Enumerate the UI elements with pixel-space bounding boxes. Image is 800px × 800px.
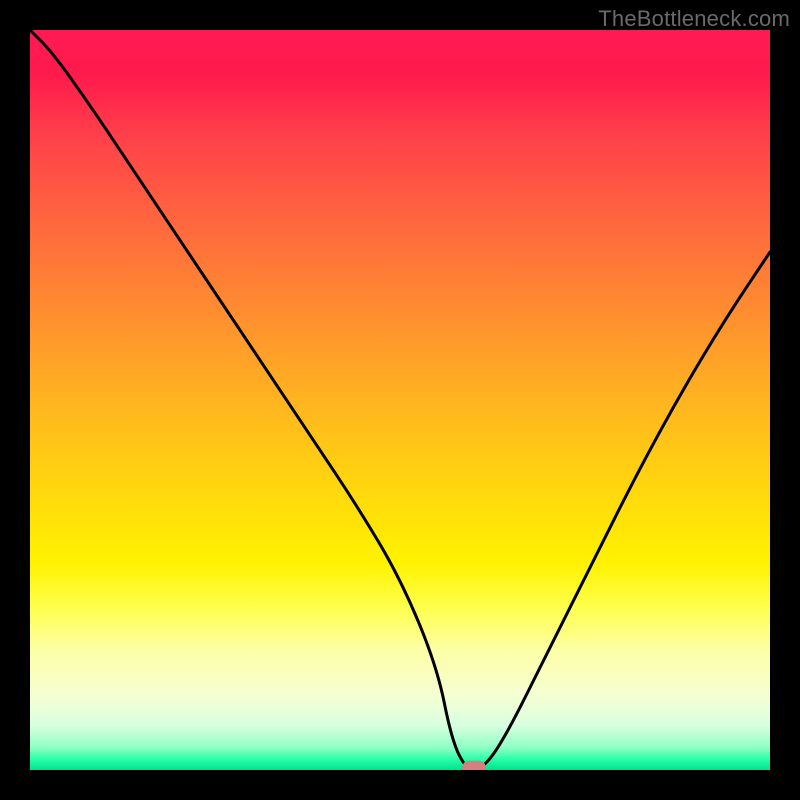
chart-svg <box>30 30 770 770</box>
bottleneck-curve <box>30 30 770 770</box>
chart-frame: TheBottleneck.com <box>0 0 800 800</box>
watermark-text: TheBottleneck.com <box>598 6 790 32</box>
plot-area <box>30 30 770 770</box>
bottleneck-marker <box>462 761 486 770</box>
